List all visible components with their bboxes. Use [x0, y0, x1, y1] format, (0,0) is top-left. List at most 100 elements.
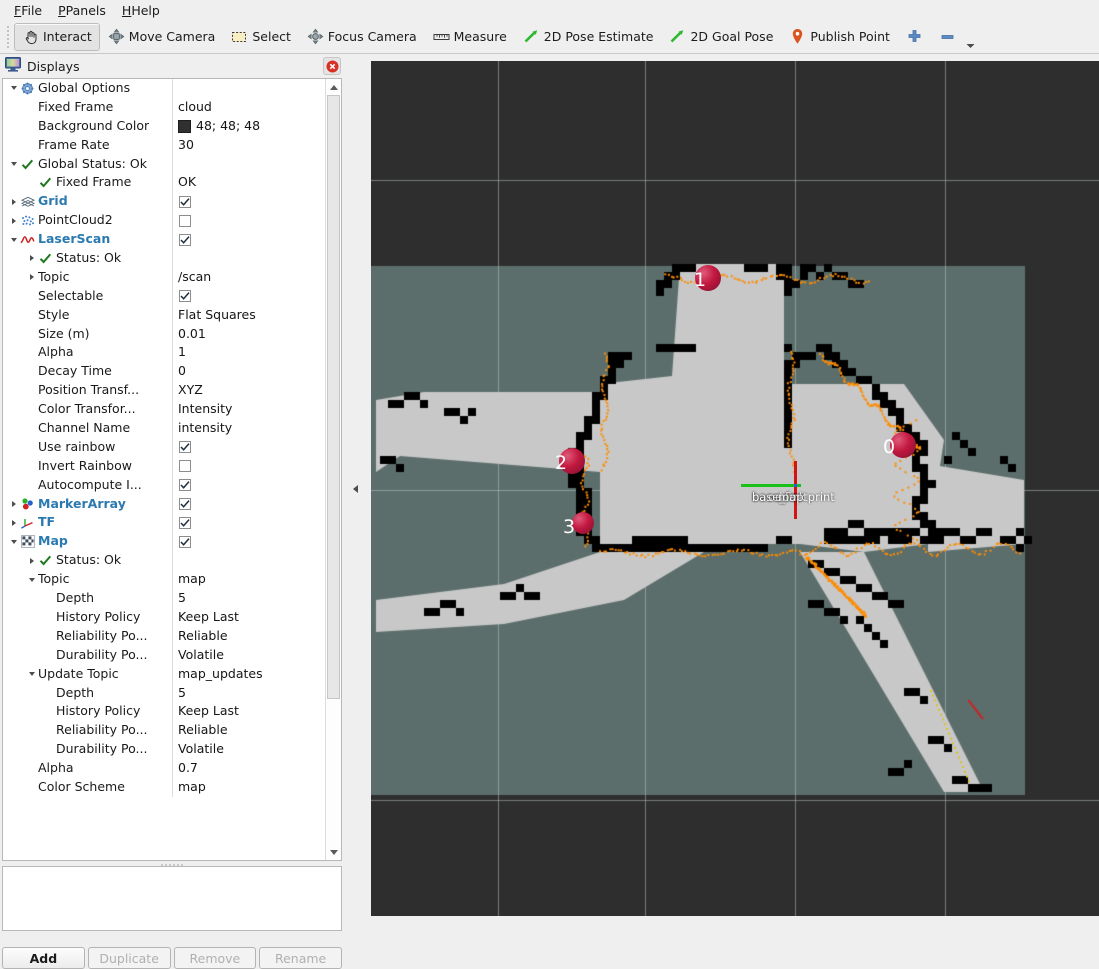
display-tree-row[interactable]: Decay Time0 [3, 362, 324, 381]
expand-arrow-icon[interactable] [25, 558, 38, 564]
display-tree-row[interactable]: Alpha1 [3, 343, 324, 362]
display-tree-row-value[interactable]: Volatile [173, 740, 324, 759]
checkbox-checked[interactable] [179, 479, 191, 491]
expand-arrow-icon[interactable] [25, 255, 38, 261]
display-tree-row[interactable]: Grid [3, 192, 324, 211]
expand-arrow-icon[interactable] [25, 274, 38, 280]
display-tree-row[interactable]: Global Status: Ok [3, 155, 324, 174]
display-tree-row[interactable]: Topic/scan [3, 268, 324, 287]
color-swatch[interactable] [178, 120, 191, 133]
scrollbar-track[interactable] [326, 95, 341, 844]
display-tree-row-value[interactable]: map [173, 778, 324, 797]
display-tree-row-value[interactable]: XYZ [173, 381, 324, 400]
display-tree-row[interactable]: Map [3, 532, 324, 551]
checkbox-checked[interactable] [179, 536, 191, 548]
display-tree-row[interactable]: Background Color48; 48; 48 [3, 117, 324, 136]
display-tree-row-value[interactable]: Reliable [173, 627, 324, 646]
display-tree-row[interactable]: History PolicyKeep Last [3, 702, 324, 721]
display-tree-row-value[interactable]: Keep Last [173, 608, 324, 627]
display-tree-row-value[interactable] [173, 155, 324, 174]
tool-select[interactable]: Select [223, 23, 299, 51]
marker-sphere[interactable] [572, 512, 594, 534]
display-tree-row-value[interactable]: 48; 48; 48 [173, 117, 324, 136]
display-tree-row[interactable]: Update Topicmap_updates [3, 665, 324, 684]
display-tree-row-value[interactable]: 0.7 [173, 759, 324, 778]
tool-2d-goal-pose[interactable]: 2D Goal Pose [661, 23, 781, 51]
display-tree-row-value[interactable]: /scan [173, 268, 324, 287]
display-tree-row-value[interactable]: 5 [173, 684, 324, 703]
collapse-arrow-icon[interactable] [7, 238, 20, 242]
expand-arrow-icon[interactable] [7, 520, 20, 526]
checkbox-checked[interactable] [179, 234, 191, 246]
display-tree-row[interactable]: MarkerArray [3, 495, 324, 514]
display-tree-row[interactable]: Durability Po...Volatile [3, 740, 324, 759]
add-button[interactable]: Add [2, 947, 85, 969]
display-tree-row[interactable]: Durability Po...Volatile [3, 646, 324, 665]
render-viewport[interactable]: base_footprintbase_linkodommap1023 [371, 61, 1099, 916]
display-tree-row-value[interactable] [173, 532, 324, 551]
display-tree-row[interactable]: Position Transf...XYZ [3, 381, 324, 400]
display-tree-row[interactable]: TF [3, 513, 324, 532]
display-tree-row[interactable]: Alpha0.7 [3, 759, 324, 778]
display-tree-row-value[interactable] [173, 192, 324, 211]
collapse-arrow-icon[interactable] [7, 162, 20, 166]
tool-measure[interactable]: Measure [425, 23, 515, 51]
menu-file[interactable]: FFile [6, 2, 50, 19]
display-tree-row[interactable]: Color Schememap [3, 778, 324, 797]
expand-arrow-icon[interactable] [7, 218, 20, 224]
checkbox-checked[interactable] [179, 290, 191, 302]
display-tree-row-value[interactable] [173, 513, 324, 532]
checkbox-checked[interactable] [179, 196, 191, 208]
display-tree-row[interactable]: LaserScan [3, 230, 324, 249]
expand-arrow-icon[interactable] [7, 501, 20, 507]
checkbox-unchecked[interactable] [179, 460, 191, 472]
display-tree-row[interactable]: Topicmap [3, 570, 324, 589]
display-tree-row-value[interactable]: intensity [173, 419, 324, 438]
display-tree-row[interactable]: Fixed FrameOK [3, 173, 324, 192]
toolbar-overflow-button[interactable] [964, 23, 978, 51]
tool-focus-camera[interactable]: Focus Camera [299, 23, 425, 51]
display-tree-row[interactable]: Status: Ok [3, 249, 324, 268]
display-tree-row-value[interactable] [173, 495, 324, 514]
display-tree-row[interactable]: Depth5 [3, 684, 324, 703]
display-tree-row-value[interactable]: Intensity [173, 400, 324, 419]
menu-help[interactable]: HHelp [114, 2, 168, 19]
display-tree-row[interactable]: Reliability Po...Reliable [3, 627, 324, 646]
display-tree-row-value[interactable]: 1 [173, 343, 324, 362]
display-tree-row-value[interactable] [173, 287, 324, 306]
display-tree-row-value[interactable] [173, 211, 324, 230]
display-tree-row-value[interactable] [173, 79, 324, 98]
scrollbar-thumb[interactable] [327, 95, 340, 699]
display-tree-row[interactable]: Global Options [3, 79, 324, 98]
checkbox-checked[interactable] [179, 517, 191, 529]
scroll-up-button[interactable] [326, 79, 341, 95]
tool-move-camera[interactable]: Move Camera [100, 23, 224, 51]
display-tree-row-value[interactable] [173, 457, 324, 476]
display-tree-row[interactable]: Frame Rate30 [3, 136, 324, 155]
displays-close-button[interactable] [323, 57, 341, 75]
display-tree-row-value[interactable]: cloud [173, 98, 324, 117]
tool-publish-point[interactable]: Publish Point [781, 23, 898, 51]
display-tree-row-value[interactable] [173, 476, 324, 495]
collapse-arrow-icon[interactable] [7, 86, 20, 90]
duplicate-button[interactable]: Duplicate [88, 947, 171, 969]
rename-button[interactable]: Rename [259, 947, 342, 969]
display-tree-row-value[interactable]: Reliable [173, 721, 324, 740]
checkbox-checked[interactable] [179, 498, 191, 510]
display-tree-row[interactable]: Channel Nameintensity [3, 419, 324, 438]
display-tree-row[interactable]: Invert Rainbow [3, 457, 324, 476]
tool-interact[interactable]: Interact [14, 23, 100, 51]
remove-button[interactable]: Remove [174, 947, 257, 969]
display-tree-row-value[interactable]: 0 [173, 362, 324, 381]
display-tree-row[interactable]: Use rainbow [3, 438, 324, 457]
display-tree-row-value[interactable] [173, 551, 324, 570]
display-tree-row[interactable]: StyleFlat Squares [3, 306, 324, 325]
display-tree-row-value[interactable] [173, 230, 324, 249]
display-tree-row[interactable]: Fixed Framecloud [3, 98, 324, 117]
display-tree-row[interactable]: Size (m)0.01 [3, 325, 324, 344]
collapse-arrow-icon[interactable] [25, 578, 38, 582]
scroll-down-button[interactable] [326, 844, 341, 860]
display-tree-row-value[interactable]: 30 [173, 136, 324, 155]
display-tree-row-value[interactable]: Keep Last [173, 702, 324, 721]
displays-tree-scrollbar[interactable] [325, 79, 341, 860]
